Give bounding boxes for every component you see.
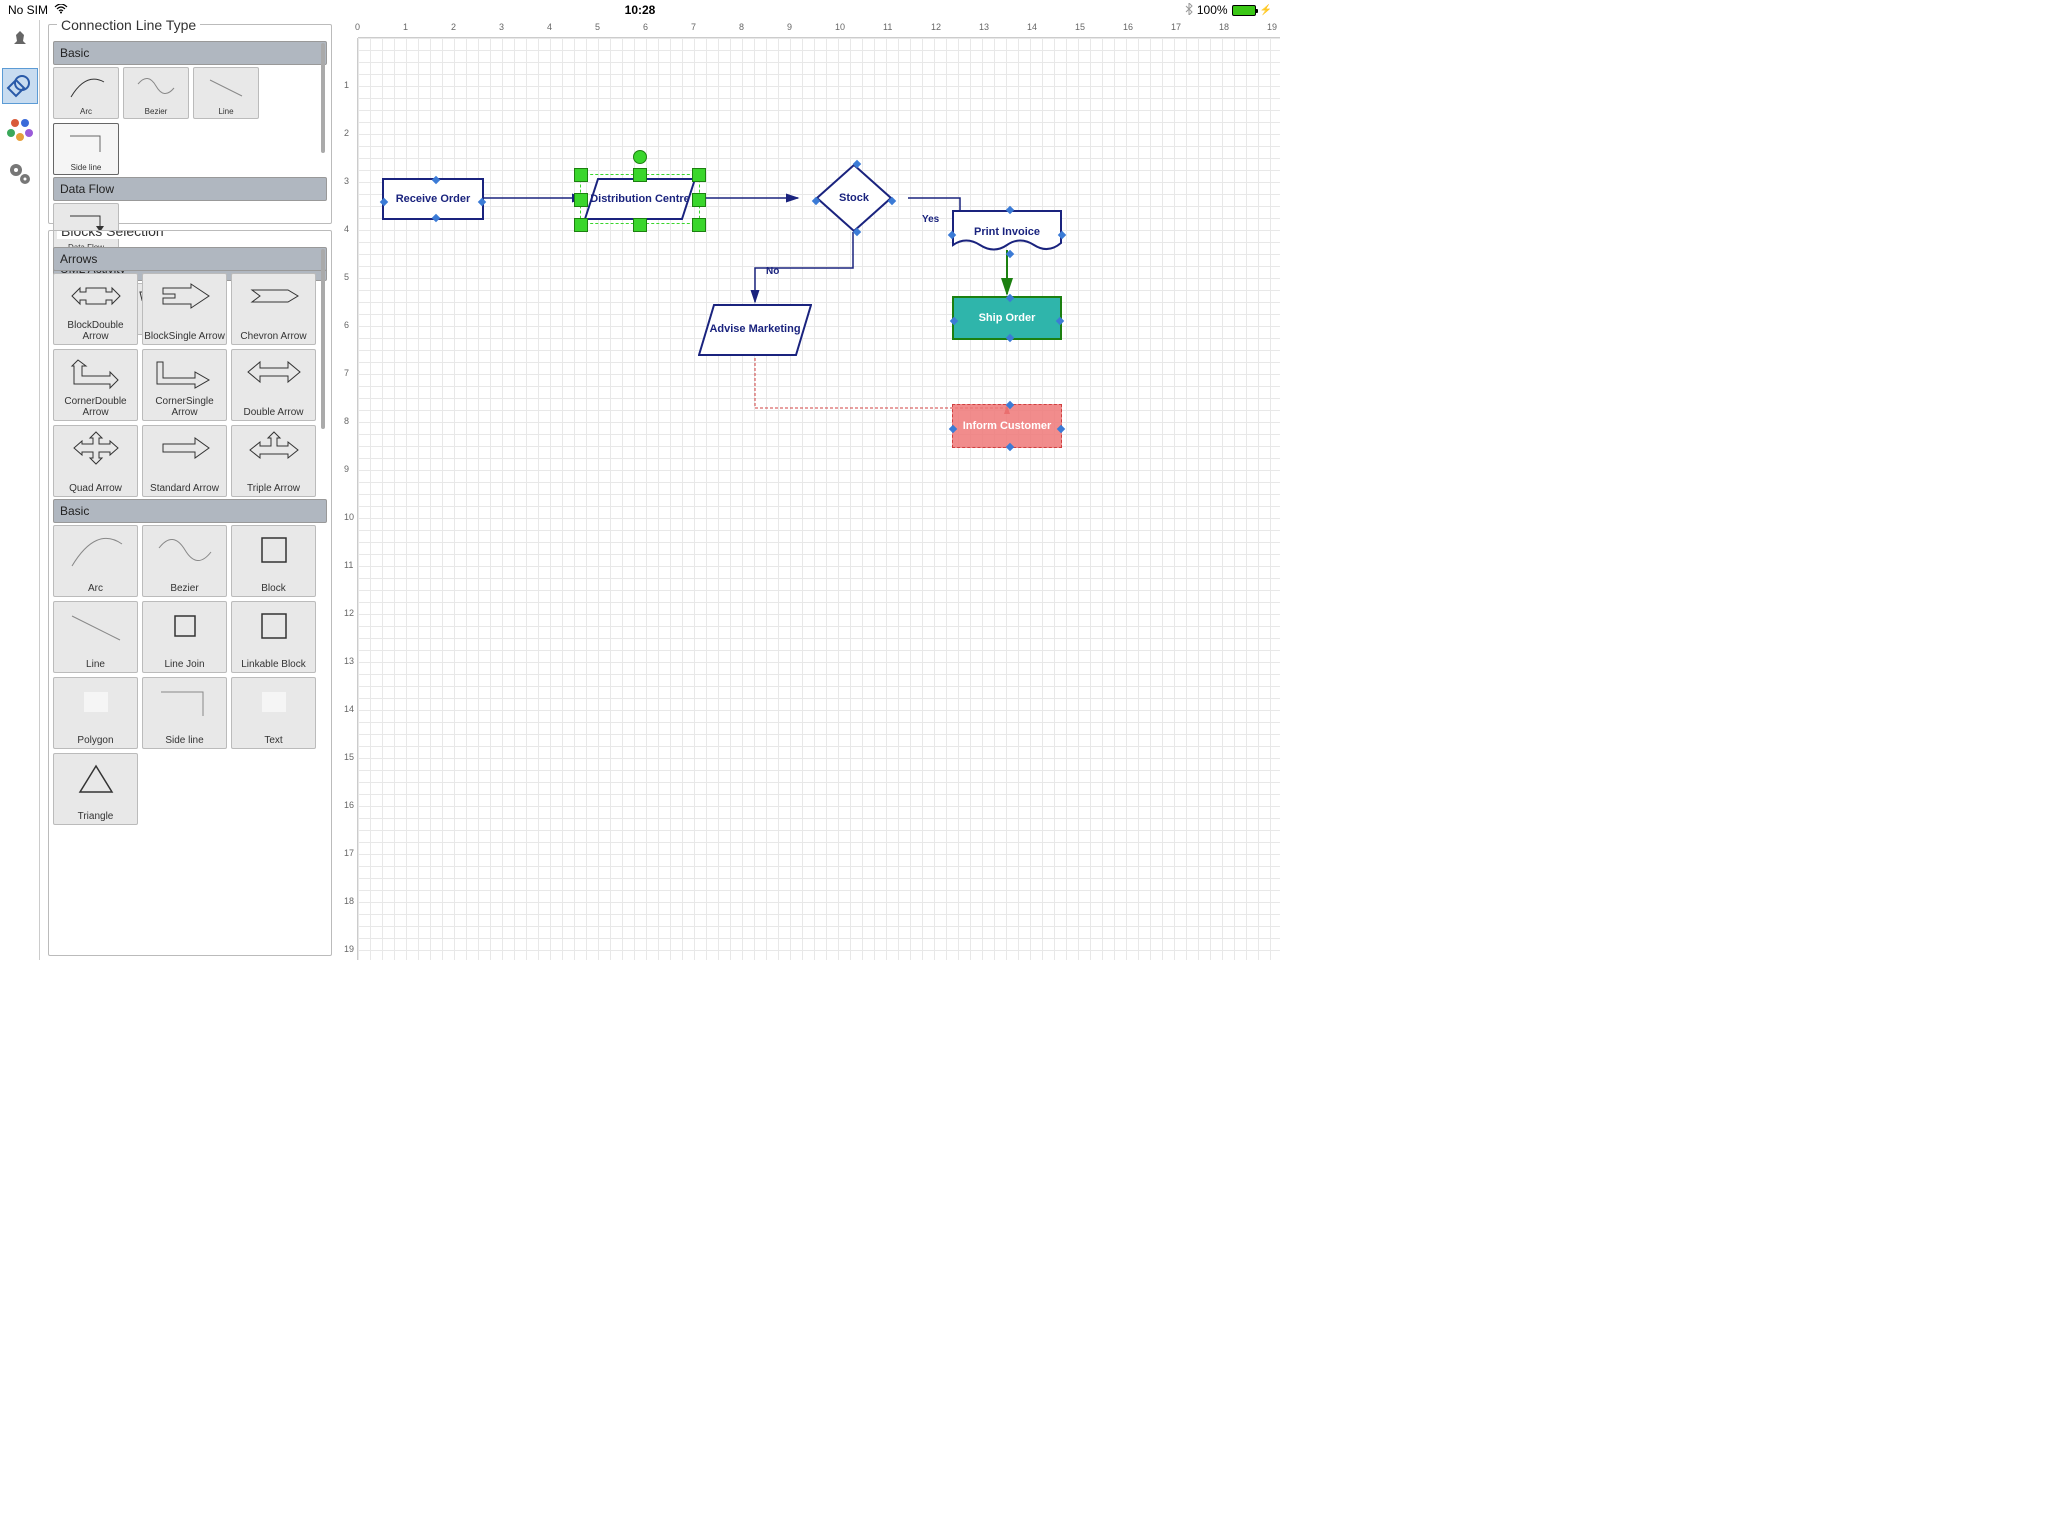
rotation-handle[interactable] [633, 150, 647, 164]
charging-icon: ⚡ [1260, 5, 1272, 16]
canvas-area[interactable]: 01234567891011121314151617181920 1234567… [340, 20, 1280, 960]
label-yes: Yes [922, 214, 939, 225]
blk-cornerdouble[interactable]: CornerDouble Arrow [53, 349, 138, 421]
sel-handle-se[interactable] [692, 218, 706, 232]
node-print-invoice[interactable]: Print Invoice [952, 210, 1062, 254]
scrollbar[interactable] [321, 43, 325, 153]
blk-triple[interactable]: Triple Arrow [231, 425, 316, 497]
blk-arc[interactable]: Arc [53, 525, 138, 597]
group-dataflow[interactable]: Data Flow [53, 177, 327, 201]
blk-quad[interactable]: Quad Arrow [53, 425, 138, 497]
blk-triangle[interactable]: Triangle [53, 753, 138, 825]
blk-text[interactable]: Text [231, 677, 316, 749]
status-bar: No SIM 10:28 100% ⚡ [0, 0, 1280, 20]
ruler-vertical: 123456789101112131415161718192021222324 [340, 38, 358, 960]
blk-sideline[interactable]: Side line [142, 677, 227, 749]
group-basic2[interactable]: Basic [53, 499, 327, 523]
settings-tool[interactable] [2, 156, 38, 192]
blk-linkable[interactable]: Linkable Block [231, 601, 316, 673]
clock: 10:28 [625, 3, 656, 17]
blk-blockdouble[interactable]: BlockDouble Arrow [53, 273, 138, 345]
battery-label: 100% [1197, 3, 1228, 17]
label-no: No [766, 266, 779, 277]
sel-handle-e[interactable] [692, 193, 706, 207]
sel-handle-w[interactable] [574, 193, 588, 207]
conn-arc[interactable]: Arc [53, 67, 119, 119]
colors-tool[interactable] [2, 112, 38, 148]
ruler-horizontal: 01234567891011121314151617181920 [358, 20, 1280, 38]
blk-blocksingle[interactable]: BlockSingle Arrow [142, 273, 227, 345]
connection-line-panel: Connection Line Type Basic Arc Bezier Li… [48, 24, 332, 224]
blk-standard[interactable]: Standard Arrow [142, 425, 227, 497]
node-stock[interactable]: Stock [816, 164, 892, 232]
sel-handle-s[interactable] [633, 218, 647, 232]
conn-sideline[interactable]: Side line [53, 123, 119, 175]
tool-rail [0, 20, 40, 960]
blocks-panel-title: Blocks Selection [57, 230, 168, 239]
node-receive-order[interactable]: Receive Order [382, 178, 484, 220]
shapes-tool[interactable] [2, 68, 38, 104]
node-ship-order[interactable]: Ship Order [952, 296, 1062, 340]
connection-panel-title: Connection Line Type [57, 20, 200, 33]
node-inform-customer[interactable]: Inform Customer [952, 404, 1062, 448]
bluetooth-icon [1185, 3, 1193, 18]
sel-handle-sw[interactable] [574, 218, 588, 232]
pin-tool[interactable] [2, 24, 38, 60]
group-arrows[interactable]: Arrows [53, 247, 327, 271]
blk-chevron[interactable]: Chevron Arrow [231, 273, 316, 345]
sel-handle-nw[interactable] [574, 168, 588, 182]
node-advise-marketing[interactable]: Advise Marketing [698, 304, 812, 356]
sel-handle-ne[interactable] [692, 168, 706, 182]
battery-icon [1232, 5, 1256, 16]
blk-line[interactable]: Line [53, 601, 138, 673]
canvas[interactable]: Receive Order Distribution Centre Stock [358, 38, 1280, 960]
scrollbar[interactable] [321, 249, 325, 429]
blk-block[interactable]: Block [231, 525, 316, 597]
blk-double[interactable]: Double Arrow [231, 349, 316, 421]
blk-bezier[interactable]: Bezier [142, 525, 227, 597]
group-basic[interactable]: Basic [53, 41, 327, 65]
blocks-panel: Blocks Selection Arrows BlockDouble Arro… [48, 230, 332, 956]
blk-polygon[interactable]: Polygon [53, 677, 138, 749]
no-sim-label: No SIM [8, 3, 48, 17]
wifi-icon [54, 3, 68, 17]
conn-line[interactable]: Line [193, 67, 259, 119]
blk-cornersingle[interactable]: CornerSingle Arrow [142, 349, 227, 421]
blk-linejoin[interactable]: Line Join [142, 601, 227, 673]
conn-bezier[interactable]: Bezier [123, 67, 189, 119]
sel-handle-n[interactable] [633, 168, 647, 182]
